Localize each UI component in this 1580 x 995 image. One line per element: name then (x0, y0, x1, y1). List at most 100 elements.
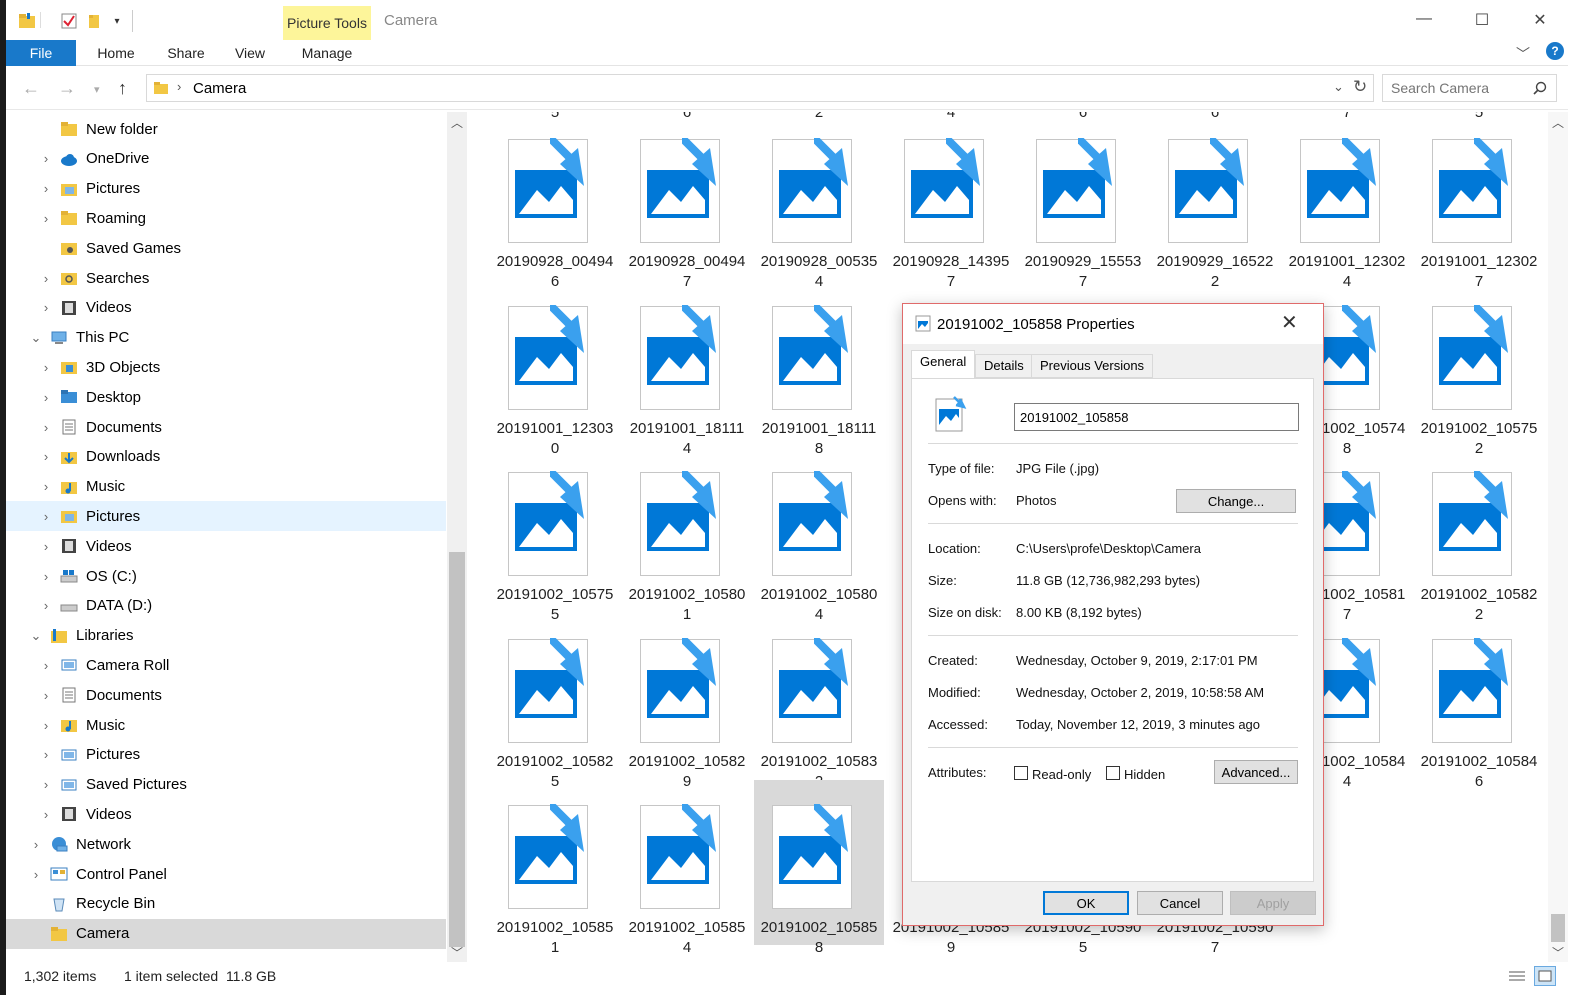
filename-field[interactable] (1014, 403, 1299, 431)
file-tile[interactable]: 20191002_10582 9 (622, 614, 752, 790)
tab-manage[interactable]: Manage (283, 40, 371, 66)
file-tile[interactable]: 20191001_12303 0 (490, 281, 620, 457)
refresh-icon[interactable]: ↻ (1353, 77, 1367, 97)
tree-item[interactable]: › Music (6, 472, 446, 502)
read-only-checkbox[interactable] (1014, 766, 1028, 780)
tree-item[interactable]: › Saved Pictures (6, 770, 446, 800)
chevron-right-icon[interactable]: › (40, 479, 52, 494)
new-folder-icon[interactable] (84, 10, 106, 32)
file-tile[interactable]: 20191002_10585 8 (754, 780, 884, 956)
scroll-up-icon[interactable]: ︿ (451, 114, 463, 131)
chevron-down-icon[interactable]: ⌄ (30, 330, 42, 346)
chevron-right-icon[interactable]: › (40, 598, 52, 613)
file-tile[interactable]: 20191002_10580 4 (754, 447, 884, 623)
tree-item[interactable]: › Documents (6, 412, 446, 442)
chevron-right-icon[interactable]: › (40, 420, 52, 435)
chevron-right-icon[interactable]: › (40, 271, 52, 286)
content-scrollbar[interactable]: ︿ ﹀ (1548, 112, 1568, 962)
tab-file[interactable]: File (6, 40, 76, 66)
file-tile[interactable]: 20190928_00535 4 (754, 114, 884, 290)
tree-item[interactable]: › Pictures (6, 740, 446, 770)
address-dropdown-icon[interactable]: ⌄ (1333, 79, 1344, 95)
breadcrumb[interactable]: Camera (193, 80, 246, 97)
nav-scrollbar[interactable]: ︿ ﹀ (447, 112, 467, 962)
file-tile[interactable]: 20191002_10580 1 (622, 447, 752, 623)
content-scroll-down-icon[interactable]: ﹀ (1552, 944, 1564, 961)
minimize-button[interactable]: — (1404, 10, 1444, 28)
chevron-right-icon[interactable]: › (40, 390, 52, 405)
tree-item[interactable]: › Videos (6, 293, 446, 323)
cancel-button[interactable]: Cancel (1137, 891, 1223, 915)
file-tile[interactable]: 20191001_18111 8 (754, 281, 884, 457)
tree-item[interactable]: › Desktop (6, 382, 446, 412)
content-scroll-thumb[interactable] (1551, 914, 1565, 942)
up-arrow-icon[interactable]: ↑ (118, 78, 127, 99)
chevron-right-icon[interactable]: › (40, 151, 52, 166)
tree-item[interactable]: › Roaming (6, 203, 446, 233)
tab-share[interactable]: Share (154, 40, 218, 66)
tree-item[interactable]: › Searches (6, 263, 446, 293)
file-tile[interactable]: 20190929_15553 7 (1018, 114, 1148, 290)
chevron-right-icon[interactable]: › (40, 449, 52, 464)
forward-arrow-icon[interactable]: → (58, 78, 76, 99)
chevron-right-icon[interactable]: › (40, 747, 52, 762)
qat-dropdown-icon[interactable]: ▾ (106, 10, 128, 32)
content-scroll-up-icon[interactable]: ︿ (1552, 114, 1564, 131)
tree-item[interactable]: › Documents (6, 680, 446, 710)
file-tile[interactable]: 20191001_18111 4 (622, 281, 752, 457)
file-tile[interactable]: 20191002_10582 2 (1414, 447, 1544, 623)
file-tile[interactable]: 20191002_10585 4 (622, 780, 752, 956)
tree-item[interactable]: Recycle Bin (6, 889, 446, 919)
chevron-right-icon[interactable]: › (40, 658, 52, 673)
help-icon[interactable]: ? (1546, 42, 1564, 60)
tree-item[interactable]: › Pictures (6, 174, 446, 204)
tree-item[interactable]: › OneDrive (6, 144, 446, 174)
search-input[interactable] (1391, 80, 1531, 96)
tab-previous-versions[interactable]: Previous Versions (1031, 354, 1154, 378)
tree-item[interactable]: › Network (6, 829, 446, 859)
tree-item[interactable]: › Music (6, 710, 446, 740)
file-tile[interactable]: 20190928_00494 6 (490, 114, 620, 290)
tab-general[interactable]: General (911, 350, 976, 379)
apply-button[interactable]: Apply (1230, 891, 1316, 915)
file-tile[interactable]: 20191002_10582 5 (490, 614, 620, 790)
file-tile[interactable]: 20191002_10575 5 (490, 447, 620, 623)
tree-item[interactable]: › Videos (6, 531, 446, 561)
tree-item[interactable]: ⌄ Libraries (6, 621, 446, 651)
large-icons-view-icon[interactable] (1534, 966, 1556, 986)
chevron-right-icon[interactable]: › (40, 211, 52, 226)
scroll-down-icon[interactable]: ﹀ (451, 944, 463, 961)
chevron-right-icon[interactable]: › (40, 360, 52, 375)
tab-home[interactable]: Home (84, 40, 148, 66)
chevron-down-icon[interactable]: ⌄ (30, 628, 42, 644)
chevron-right-icon[interactable]: › (40, 300, 52, 315)
advanced-button[interactable]: Advanced... (1214, 760, 1298, 784)
file-tile[interactable]: 20190929_16522 2 (1150, 114, 1280, 290)
tree-item[interactable]: › Downloads (6, 442, 446, 472)
chevron-right-icon[interactable]: › (40, 777, 52, 792)
tree-item[interactable]: › OS (C:) (6, 561, 446, 591)
file-tile[interactable]: 20191002_105832 (754, 614, 884, 790)
file-tile[interactable]: 20191002_10585 1 (490, 780, 620, 956)
chevron-right-icon[interactable]: › (30, 837, 42, 852)
chevron-right-icon[interactable]: › (40, 539, 52, 554)
tree-item[interactable]: Camera (6, 918, 446, 949)
change-button[interactable]: Change... (1176, 489, 1296, 513)
tree-item[interactable]: › Control Panel (6, 859, 446, 889)
tree-item[interactable]: › DATA (D:) (6, 591, 446, 621)
tree-item[interactable]: New folder (6, 114, 446, 144)
tree-item[interactable]: › Camera Roll (6, 650, 446, 680)
chevron-right-icon[interactable]: › (40, 807, 52, 822)
address-box[interactable]: › Camera ⌄ ↻ (146, 74, 1374, 102)
tree-item[interactable]: ⌄ This PC (6, 323, 446, 353)
hidden-checkbox[interactable] (1106, 766, 1120, 780)
maximize-button[interactable]: ☐ (1462, 10, 1502, 30)
chevron-right-icon[interactable]: › (40, 688, 52, 703)
back-arrow-icon[interactable]: ← (22, 78, 40, 99)
chevron-right-icon[interactable]: › (30, 867, 42, 882)
ok-button[interactable]: OK (1043, 891, 1129, 915)
chevron-right-icon[interactable]: › (40, 509, 52, 524)
tree-item[interactable]: › Pictures (6, 501, 446, 532)
tab-view[interactable]: View (218, 40, 282, 66)
chevron-right-icon[interactable]: › (40, 569, 52, 584)
